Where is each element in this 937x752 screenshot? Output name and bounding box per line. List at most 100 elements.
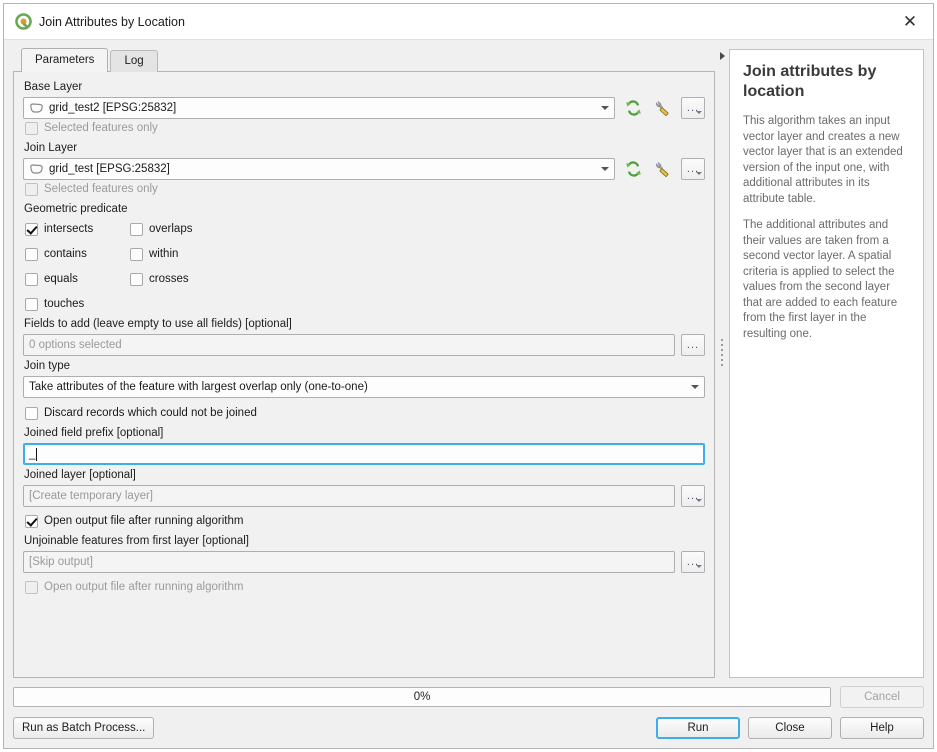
joined-layer-browse-button[interactable]: ...: [681, 485, 705, 507]
window-title: Join Attributes by Location: [39, 14, 185, 29]
qgis-logo-icon: [15, 13, 32, 30]
unjoinable-features-label: Unjoinable features from first layer [op…: [24, 535, 249, 547]
checkbox-label: contains: [44, 248, 87, 260]
geometric-predicate-label: Geometric predicate: [24, 203, 128, 215]
action-button-row: Run as Batch Process... Run Close Help: [13, 717, 924, 739]
unjoinable-features-row: [Skip output] ...: [23, 551, 705, 573]
unjoinable-features-placeholder: [Skip output]: [29, 556, 93, 568]
join-type-combo[interactable]: Take attributes of the feature with larg…: [23, 376, 705, 398]
checkbox-label: overlaps: [149, 223, 193, 235]
joined-field-prefix-value: _: [29, 448, 36, 460]
panel-splitter[interactable]: [715, 49, 729, 678]
title-bar: Join Attributes by Location ✕: [4, 4, 933, 40]
join-layer-label: Join Layer: [24, 142, 78, 154]
run-button[interactable]: Run: [656, 717, 740, 739]
join-type-label: Join type: [24, 360, 71, 372]
checkbox-label: touches: [44, 298, 85, 310]
unjoinable-features-input[interactable]: [Skip output]: [23, 551, 675, 573]
predicate-touches-checkbox[interactable]: touches: [23, 295, 128, 314]
checkbox-box: [130, 248, 143, 261]
progress-text: 0%: [413, 691, 431, 703]
checkbox-label: Open output file after running algorithm: [44, 515, 244, 527]
chevron-down-icon: [686, 385, 704, 389]
checkbox-box: [25, 183, 38, 196]
join-layer-selected-only-checkbox[interactable]: Selected features only: [23, 180, 705, 199]
refresh-icon[interactable]: [621, 97, 645, 119]
help-paragraph: The additional attributes and their valu…: [743, 219, 898, 340]
checkbox-label: equals: [44, 273, 78, 285]
fields-to-add-label: Fields to add (leave empty to use all fi…: [24, 318, 292, 330]
joined-layer-label: Joined layer [optional]: [24, 469, 136, 481]
unjoinable-features-browse-button[interactable]: ...: [681, 551, 705, 573]
checkbox-box: [25, 515, 38, 528]
close-icon[interactable]: ✕: [895, 9, 925, 35]
joined-layer-row: [Create temporary layer] ...: [23, 485, 705, 507]
fields-to-add-input[interactable]: 0 options selected: [23, 334, 675, 356]
help-button[interactable]: Help: [840, 717, 924, 739]
checkbox-label: within: [149, 248, 179, 260]
join-layer-combo[interactable]: grid_test [EPSG:25832]: [23, 158, 615, 180]
checkbox-label: intersects: [44, 223, 94, 235]
wrench-icon[interactable]: [651, 97, 675, 119]
join-type-value: Take attributes of the feature with larg…: [29, 381, 368, 393]
open-output-unjoinable-checkbox[interactable]: Open output file after running algorithm: [23, 578, 705, 597]
chevron-down-icon: [596, 167, 614, 171]
parameters-panel: Base Layer grid_test2 [EPSG:25832] ... S…: [13, 71, 715, 678]
splitter-grip[interactable]: [721, 339, 723, 366]
checkbox-box: [25, 248, 38, 261]
base-layer-value: grid_test2 [EPSG:25832]: [49, 102, 177, 114]
help-paragraph: This algorithm takes an input vector lay…: [743, 115, 903, 205]
left-pane: Parameters Log Base Layer grid_test2 [EP…: [13, 48, 715, 678]
chevron-down-icon: [596, 106, 614, 110]
join-layer-row: grid_test [EPSG:25832] ...: [23, 158, 705, 180]
help-title: Join attributes by location: [743, 63, 877, 100]
footer-bar: 0% Cancel Run as Batch Process... Run Cl…: [4, 678, 933, 748]
discard-records-checkbox[interactable]: Discard records which could not be joine…: [23, 404, 705, 423]
predicate-equals-checkbox[interactable]: equals: [23, 270, 128, 289]
predicate-contains-checkbox[interactable]: contains: [23, 245, 128, 264]
joined-field-prefix-label: Joined field prefix [optional]: [24, 427, 164, 439]
join-layer-browse-button[interactable]: ...: [681, 158, 705, 180]
joined-field-prefix-input[interactable]: _: [23, 443, 705, 465]
base-layer-label: Base Layer: [24, 81, 83, 93]
base-layer-row: grid_test2 [EPSG:25832] ...: [23, 97, 705, 119]
polygon-layer-icon: [29, 163, 44, 176]
wrench-icon[interactable]: [651, 158, 675, 180]
joined-layer-input[interactable]: [Create temporary layer]: [23, 485, 675, 507]
checkbox-box: [25, 298, 38, 311]
main-split: Parameters Log Base Layer grid_test2 [EP…: [4, 40, 933, 678]
close-button[interactable]: Close: [748, 717, 832, 739]
base-layer-selected-only-checkbox[interactable]: Selected features only: [23, 119, 705, 138]
predicate-intersects-checkbox[interactable]: intersects: [23, 220, 128, 239]
checkbox-label: Selected features only: [44, 183, 158, 195]
open-output-joined-checkbox[interactable]: Open output file after running algorithm: [23, 512, 705, 531]
predicate-crosses-checkbox[interactable]: crosses: [128, 270, 705, 289]
base-layer-combo[interactable]: grid_test2 [EPSG:25832]: [23, 97, 615, 119]
predicate-overlaps-checkbox[interactable]: overlaps: [128, 220, 705, 239]
checkbox-box: [25, 223, 38, 236]
tab-log[interactable]: Log: [110, 50, 158, 72]
join-attributes-dialog: Join Attributes by Location ✕ Parameters…: [3, 3, 934, 749]
checkbox-box: [25, 581, 38, 594]
fields-to-add-browse-button[interactable]: ...: [681, 334, 705, 356]
cancel-button[interactable]: Cancel: [840, 686, 924, 708]
polygon-layer-icon: [29, 102, 44, 115]
fields-to-add-row: 0 options selected ...: [23, 334, 705, 356]
progress-row: 0% Cancel: [13, 686, 924, 708]
predicate-within-checkbox[interactable]: within: [128, 245, 705, 264]
base-layer-browse-button[interactable]: ...: [681, 97, 705, 119]
help-panel: Join attributes by location This algorit…: [729, 49, 924, 678]
collapse-panel-arrow-icon[interactable]: [719, 52, 725, 60]
checkbox-label: Open output file after running algorithm: [44, 581, 244, 593]
checkbox-label: Selected features only: [44, 122, 158, 134]
tab-parameters[interactable]: Parameters: [21, 48, 109, 72]
checkbox-label: crosses: [149, 273, 189, 285]
joined-layer-placeholder: [Create temporary layer]: [29, 490, 153, 502]
progress-bar: 0%: [13, 687, 831, 707]
refresh-icon[interactable]: [621, 158, 645, 180]
run-as-batch-button[interactable]: Run as Batch Process...: [13, 717, 155, 739]
checkbox-box: [130, 273, 143, 286]
checkbox-box: [25, 273, 38, 286]
tab-bar: Parameters Log: [13, 48, 715, 72]
checkbox-box: [25, 407, 38, 420]
